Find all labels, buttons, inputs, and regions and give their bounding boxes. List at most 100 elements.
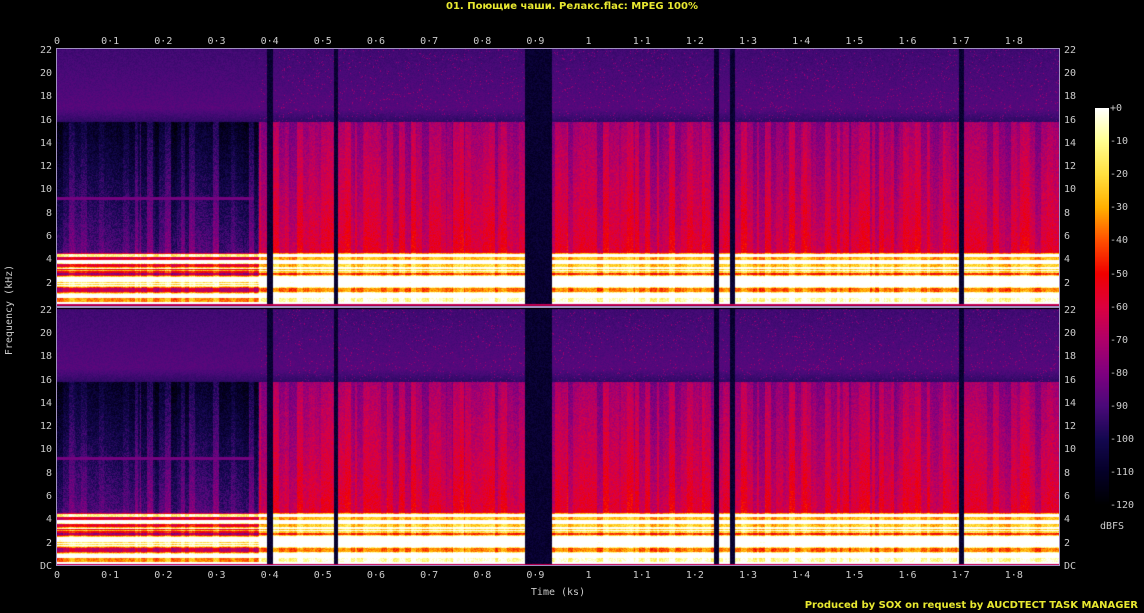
x-tick-top: 1·2 <box>685 36 704 47</box>
y-tick-right: 12 <box>1064 421 1077 433</box>
y-tick-left: 14 <box>39 137 52 149</box>
y-tick-left: 6 <box>45 231 52 243</box>
x-tick-bottom: 0·6 <box>366 570 385 581</box>
chart-title: 01. Поющие чаши. Релакс.flac: MPEG 100% <box>446 1 698 12</box>
x-tick-bottom: 0·9 <box>526 570 545 581</box>
x-tick-bottom: 0·4 <box>260 570 279 581</box>
y-tick-right: 8 <box>1064 467 1071 479</box>
y-tick-right: 10 <box>1064 444 1077 456</box>
x-tick-bottom: 1·4 <box>792 570 811 581</box>
y-tick-left: 18 <box>39 91 52 103</box>
colorbar-tick: -30 <box>1110 202 1129 214</box>
y-tick-right: 10 <box>1064 184 1077 196</box>
colorbar-tick: -80 <box>1110 367 1129 379</box>
y-tick-left: 16 <box>39 374 52 386</box>
x-tick-top: 0·6 <box>366 36 385 47</box>
colorbar-tick: -40 <box>1110 235 1129 247</box>
colorbar-tick: -90 <box>1110 400 1129 412</box>
y-tick-left: 16 <box>39 114 52 126</box>
x-tick-top: 1·3 <box>739 36 758 47</box>
colorbar-tick: +0 <box>1110 103 1123 114</box>
y-tick-left: 14 <box>39 397 52 409</box>
y-tick-left: 20 <box>39 67 52 79</box>
y-tick-right: 14 <box>1064 137 1077 149</box>
colorbar-tick: -50 <box>1110 268 1129 280</box>
y-tick-left: 10 <box>39 444 52 456</box>
y-tick-left: 22 <box>39 44 52 56</box>
x-tick-top: 1·6 <box>898 36 917 47</box>
y-tick-left: 12 <box>39 421 52 433</box>
x-tick-top: 1·5 <box>845 36 864 47</box>
x-tick-bottom: 0·7 <box>420 570 439 581</box>
x-tick-top: 0·8 <box>473 36 492 47</box>
y-tick-left: 2 <box>45 537 52 549</box>
x-tick-bottom: 1·7 <box>951 570 970 581</box>
y-tick-right: 2 <box>1064 277 1071 289</box>
x-tick-top: 1 <box>585 36 592 47</box>
colorbar-tick: -20 <box>1110 169 1129 181</box>
x-tick-top: 0·9 <box>526 36 545 47</box>
y-tick-right: 20 <box>1064 67 1077 79</box>
x-axis-label: Time (ks) <box>530 587 586 598</box>
colorbar-tick: -70 <box>1110 334 1129 346</box>
colorbar-tick: -110 <box>1110 467 1135 479</box>
y-tick-left: 20 <box>39 327 52 339</box>
colorbar-tick: -120 <box>1110 500 1135 512</box>
y-tick-right: 14 <box>1064 397 1077 409</box>
y-tick-left: DC <box>39 561 52 572</box>
x-tick-top: 0·5 <box>313 36 332 47</box>
y-tick-right: 22 <box>1064 44 1077 56</box>
x-tick-top: 1·1 <box>632 36 651 47</box>
y-tick-right: 16 <box>1064 374 1077 386</box>
y-tick-left: 12 <box>39 161 52 173</box>
x-tick-bottom: 0·1 <box>101 570 120 581</box>
y-tick-left: 6 <box>45 491 52 503</box>
y-tick-right: 4 <box>1064 254 1071 266</box>
colorbar-tick: -10 <box>1110 136 1129 148</box>
footer-credit: Produced by SOX on request by AUCDTECT T… <box>804 600 1138 611</box>
x-tick-bottom: 0·3 <box>207 570 226 581</box>
x-tick-bottom: 1·1 <box>632 570 651 581</box>
y-tick-left: 8 <box>45 207 52 219</box>
y-tick-right: 6 <box>1064 491 1071 503</box>
y-tick-right: 6 <box>1064 231 1071 243</box>
x-tick-bottom: 1·3 <box>739 570 758 581</box>
x-tick-bottom: 0·2 <box>154 570 173 581</box>
colorbar-label: dBFS <box>1100 521 1125 532</box>
y-tick-left: 4 <box>45 514 52 526</box>
y-tick-right: 2 <box>1064 537 1071 549</box>
x-tick-bottom: 0 <box>53 570 61 581</box>
x-tick-top: 0·4 <box>260 36 279 47</box>
x-tick-bottom: 1 <box>585 570 592 581</box>
y-axis-label: Frequency (kHz) <box>4 264 15 356</box>
x-tick-bottom: 1·6 <box>898 570 917 581</box>
y-tick-right: DC <box>1064 561 1077 572</box>
y-tick-right: 8 <box>1064 207 1071 219</box>
x-tick-top: 1·7 <box>951 36 970 47</box>
colorbar-tick: -60 <box>1110 301 1129 313</box>
y-tick-left: 4 <box>45 254 52 266</box>
x-tick-top: 0 <box>53 36 61 47</box>
x-tick-bottom: 1·8 <box>1004 570 1023 581</box>
x-tick-top: 0·3 <box>207 36 226 47</box>
x-tick-bottom: 0·5 <box>313 570 332 581</box>
y-tick-right: 12 <box>1064 161 1077 173</box>
x-tick-top: 0·2 <box>154 36 173 47</box>
x-tick-top: 1·4 <box>792 36 811 47</box>
y-tick-right: 18 <box>1064 91 1077 103</box>
x-tick-bottom: 1·2 <box>685 570 704 581</box>
spectrogram-heatmap <box>57 49 1059 566</box>
y-tick-right: 16 <box>1064 114 1077 126</box>
y-tick-left: 22 <box>39 304 52 316</box>
x-tick-top: 0·1 <box>101 36 120 47</box>
y-tick-right: 20 <box>1064 327 1077 339</box>
x-tick-top: 1·8 <box>1004 36 1023 47</box>
colorbar-tick: -100 <box>1110 434 1135 445</box>
y-tick-right: 22 <box>1064 304 1077 316</box>
y-tick-left: 8 <box>45 467 52 479</box>
y-tick-left: 2 <box>45 277 52 289</box>
y-tick-right: 4 <box>1064 514 1071 526</box>
x-tick-bottom: 1·5 <box>845 570 864 581</box>
colorbar <box>1095 108 1109 506</box>
x-tick-bottom: 0·8 <box>473 570 492 581</box>
